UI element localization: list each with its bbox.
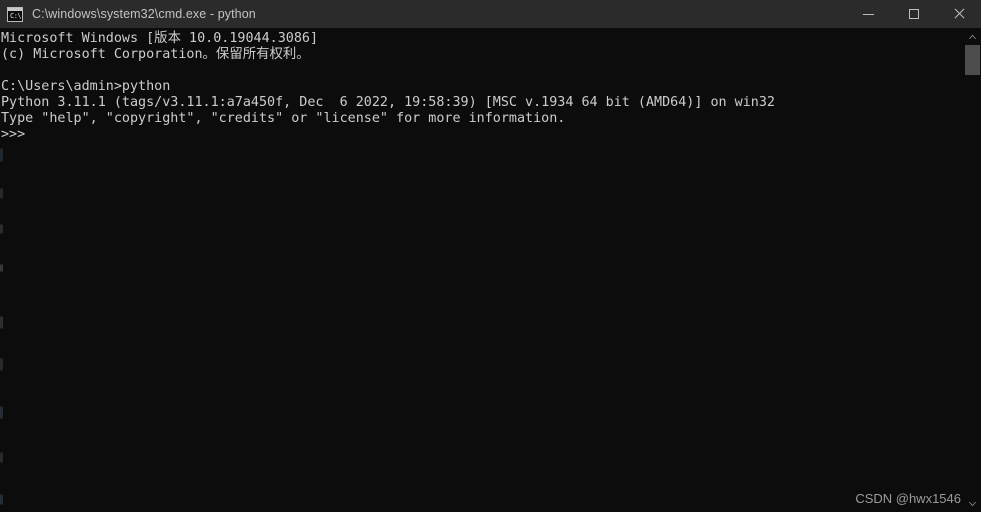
console-output: Microsoft Windows [版本 10.0.19044.3086] (… [1, 31, 775, 142]
window-title: C:\windows\system32\cmd.exe - python [32, 7, 256, 21]
cmd-exe-icon: C:\ [7, 6, 23, 22]
maximize-icon [908, 9, 919, 19]
cmd-exe-icon-glyph: C:\ [10, 11, 22, 20]
scroll-up-arrow[interactable] [964, 28, 981, 45]
close-icon [953, 8, 965, 20]
console-scrollbar[interactable] [964, 28, 981, 512]
cmd-window: C:\ C:\windows\system32\cmd.exe - python… [0, 0, 981, 512]
scrollbar-track[interactable] [964, 45, 981, 495]
close-button[interactable] [936, 0, 981, 28]
maximize-button[interactable] [891, 0, 936, 28]
scroll-down-arrow[interactable] [964, 495, 981, 512]
title-bar[interactable]: C:\ C:\windows\system32\cmd.exe - python [0, 0, 981, 28]
console-area: Microsoft Windows [版本 10.0.19044.3086] (… [0, 28, 981, 512]
console-screen[interactable]: Microsoft Windows [版本 10.0.19044.3086] (… [0, 28, 964, 512]
scrollbar-thumb[interactable] [965, 45, 980, 75]
minimize-button[interactable] [846, 0, 891, 28]
minimize-icon [863, 13, 874, 15]
window-controls [846, 0, 981, 28]
